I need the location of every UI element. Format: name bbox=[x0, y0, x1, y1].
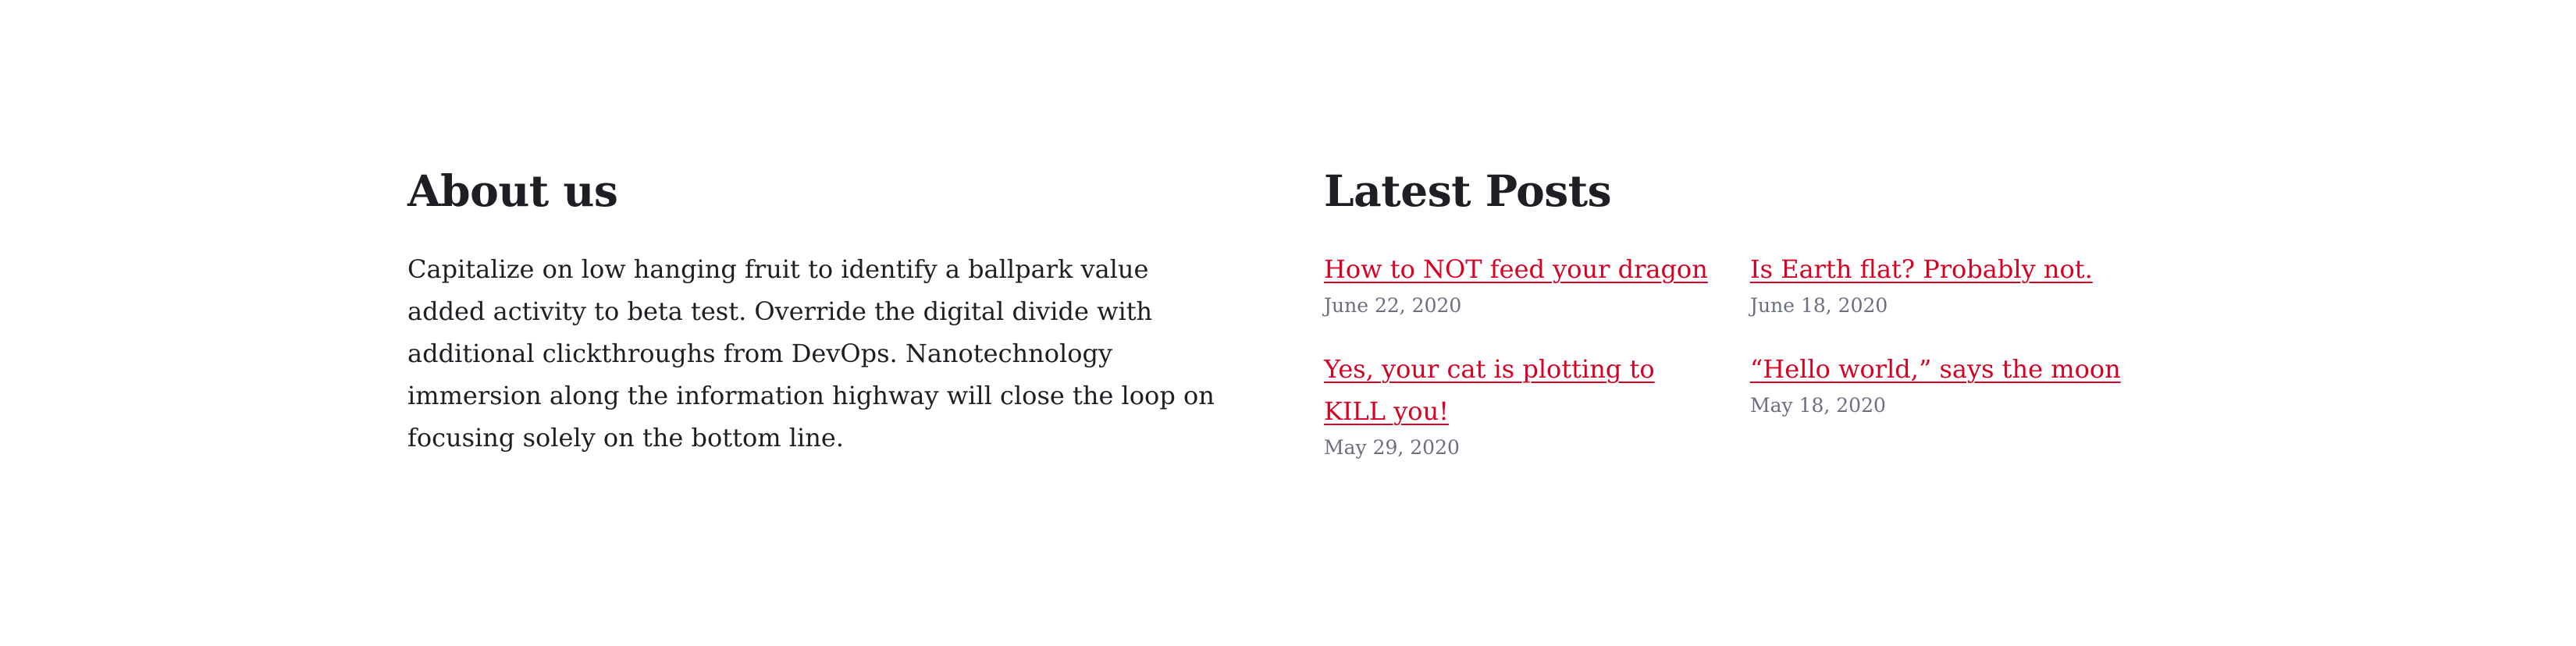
post-date: May 29, 2020 bbox=[1324, 436, 1460, 459]
list-item: How to NOT feed your dragon June 22, 202… bbox=[1324, 248, 1730, 320]
about-text: Capitalize on low hanging fruit to ident… bbox=[407, 254, 1215, 453]
list-item: “Hello world,” says the moon May 18, 202… bbox=[1750, 348, 2156, 420]
latest-posts-widget: Latest Posts How to NOT feed your dragon… bbox=[1324, 156, 2169, 459]
footer-widgets: About us Capitalize on low hanging fruit… bbox=[407, 156, 2169, 484]
post-link[interactable]: How to NOT feed your dragon bbox=[1324, 248, 1730, 290]
list-item: Is Earth flat? Probably not. June 18, 20… bbox=[1750, 248, 2156, 320]
post-link[interactable]: “Hello world,” says the moon bbox=[1750, 348, 2156, 390]
about-title: About us bbox=[407, 165, 618, 216]
post-date: June 18, 2020 bbox=[1750, 294, 1888, 317]
latest-posts-title: Latest Posts bbox=[1324, 165, 1612, 216]
about-widget: About us Capitalize on low hanging fruit… bbox=[407, 156, 1243, 453]
post-date: June 22, 2020 bbox=[1324, 294, 1462, 317]
post-link[interactable]: Is Earth flat? Probably not. bbox=[1750, 248, 2156, 290]
post-link[interactable]: Yes, your cat is plotting to KILL you! bbox=[1324, 348, 1714, 432]
post-date: May 18, 2020 bbox=[1750, 394, 1886, 417]
list-item: Yes, your cat is plotting to KILL you! M… bbox=[1324, 348, 1714, 462]
